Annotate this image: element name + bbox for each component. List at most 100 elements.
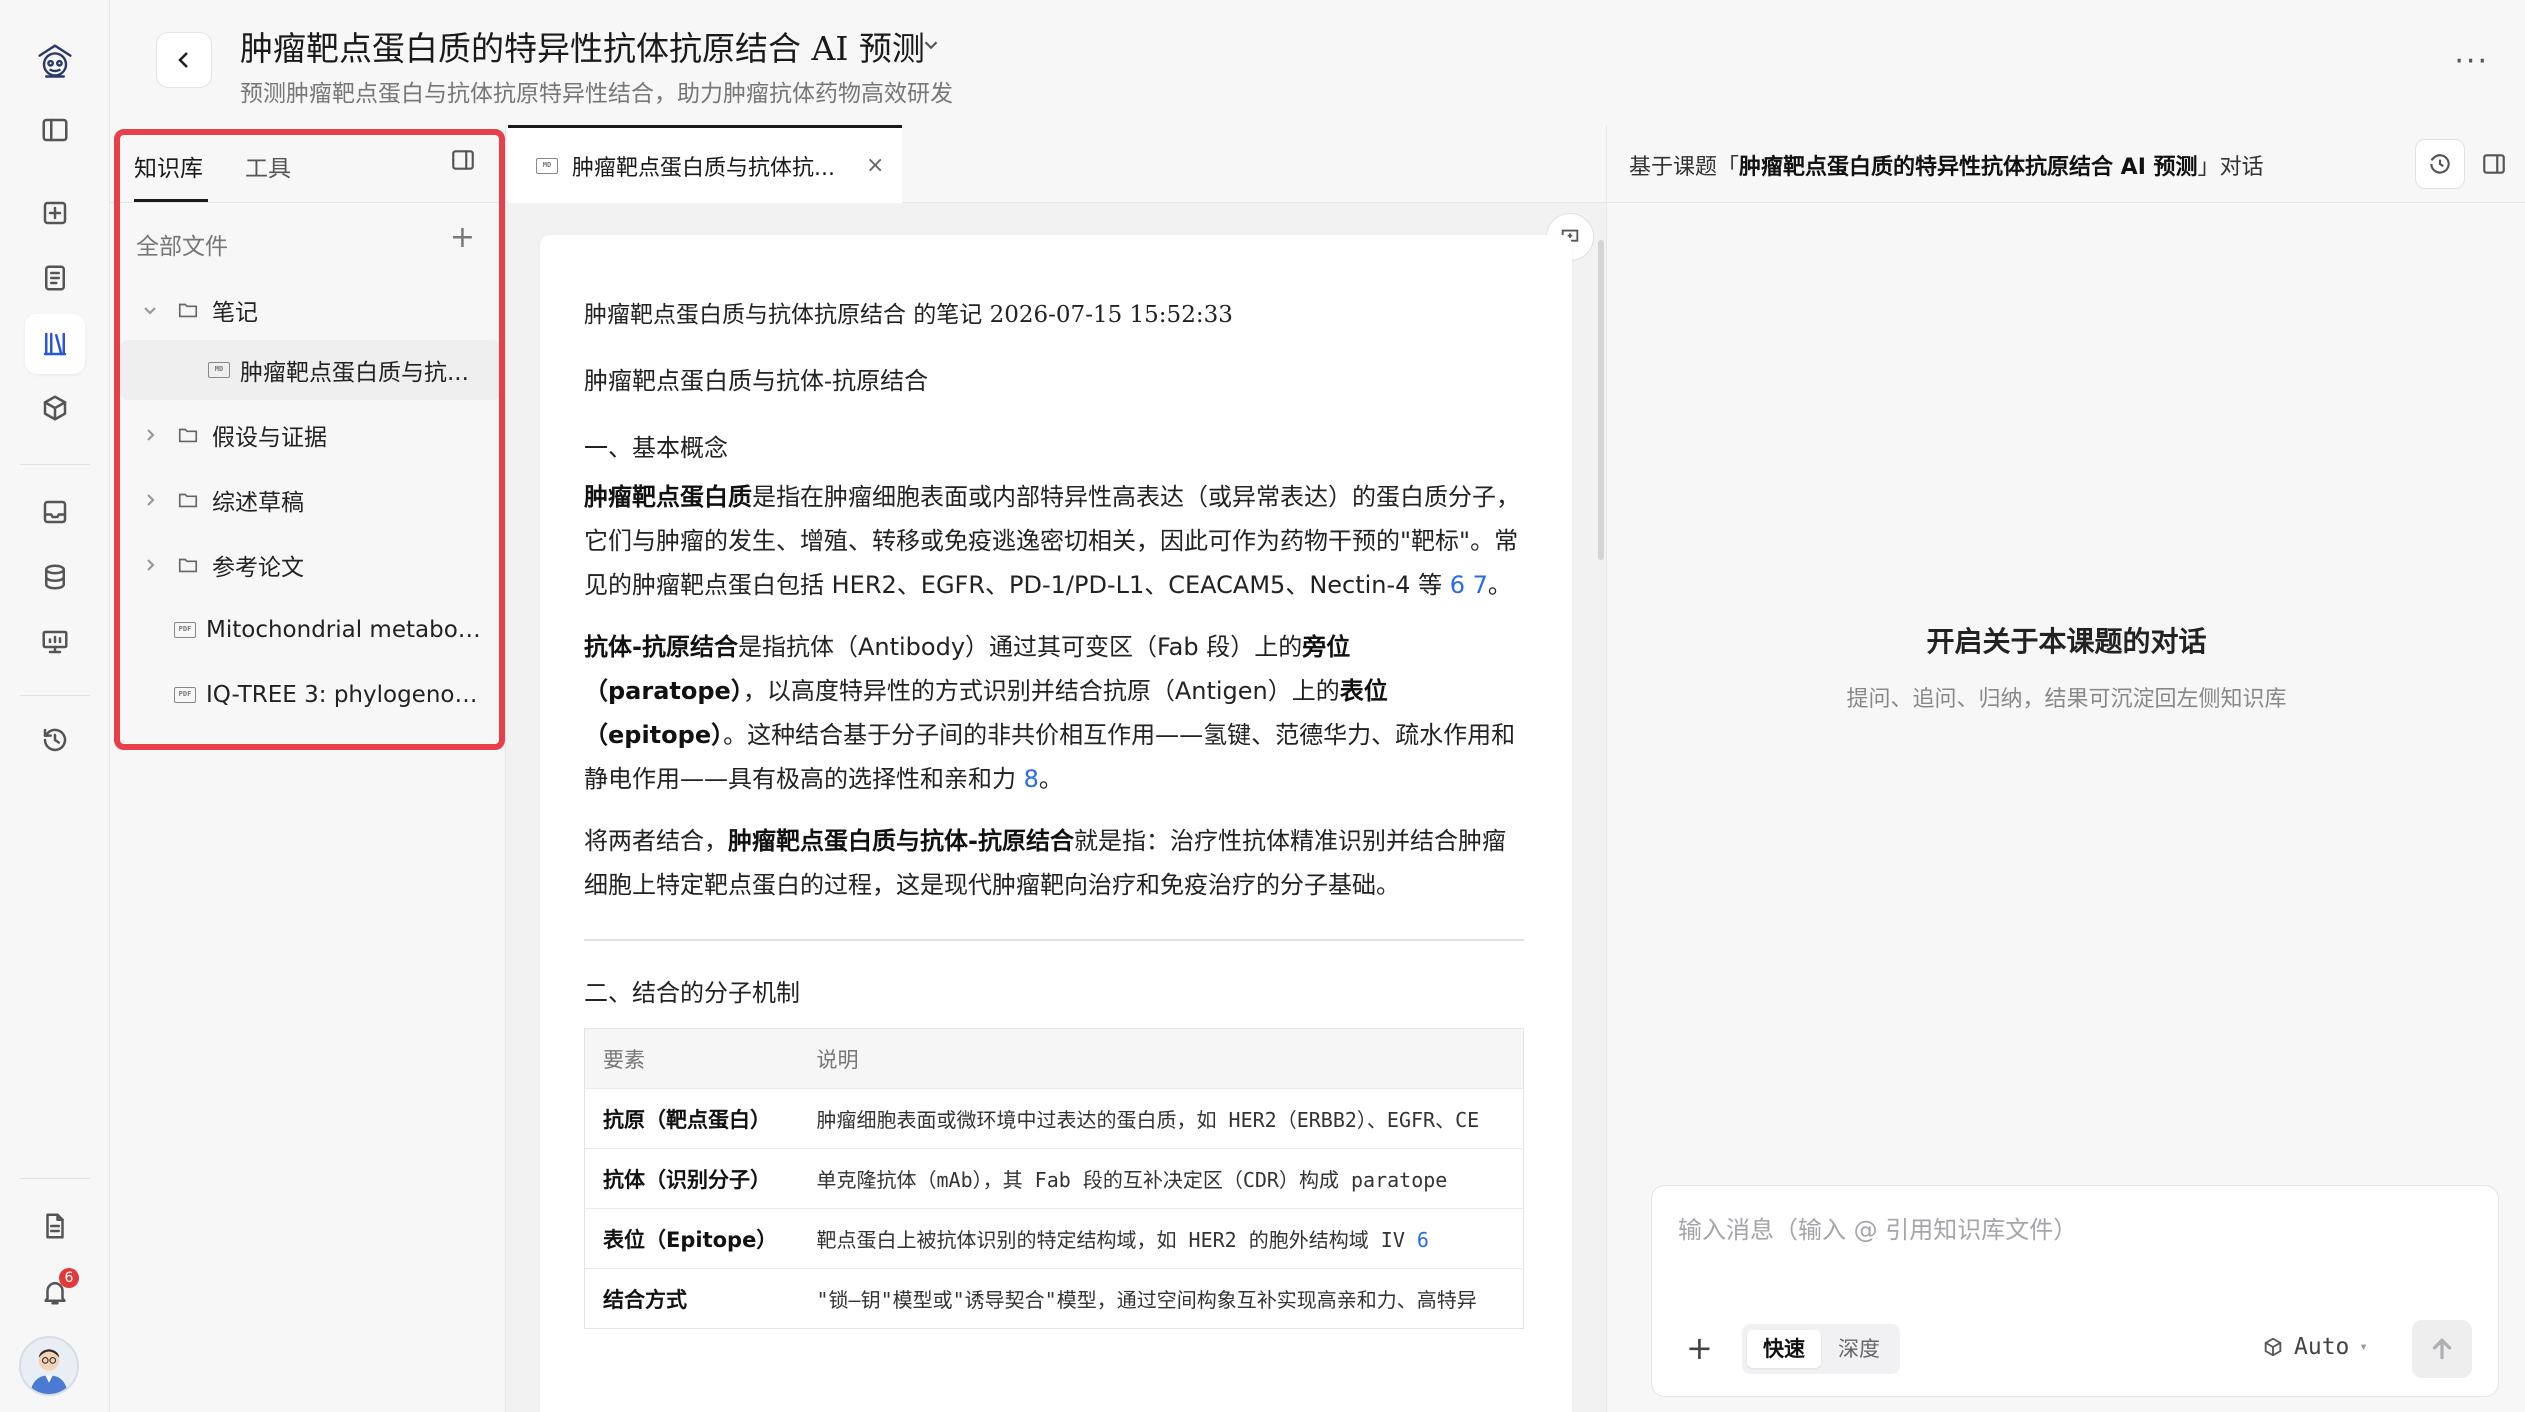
user-avatar[interactable] (19, 1336, 79, 1396)
new-item-icon[interactable] (25, 183, 85, 243)
chevron-down-icon: ▾ (2359, 1339, 2368, 1355)
message-input[interactable] (1678, 1216, 2458, 1244)
tree-item-label: 笔记 (212, 300, 258, 326)
history-icon[interactable] (25, 710, 85, 770)
more-options-button[interactable]: ··· (2454, 44, 2489, 79)
tree-item-label: IQ-TREE 3: phylogenom... (206, 682, 486, 708)
presentation-icon[interactable] (25, 612, 85, 672)
tree-item-label: 参考论文 (212, 555, 304, 581)
section-heading-basic: 一、基本概念 (584, 434, 728, 462)
chevron-right-icon[interactable] (136, 421, 164, 449)
sidebar-toggle-icon[interactable] (25, 100, 85, 160)
paragraph-target-protein: 肿瘤靶点蛋白质是指在肿瘤细胞表面或内部特异性高表达（或异常表达）的蛋白质分子，它… (584, 483, 1520, 599)
table-row: 抗体（识别分子） 单克隆抗体（mAb），其 Fab 段的互补决定区（CDR）构成… (584, 1148, 1524, 1209)
back-button[interactable] (156, 32, 212, 88)
cube-icon[interactable] (25, 378, 85, 438)
document-tab-label: 肿瘤靶点蛋白质与抗体抗... (572, 155, 835, 181)
table-cell-value: 单克隆抗体（mAb），其 Fab 段的互补决定区（CDR）构成 paratope (798, 1148, 1524, 1209)
bell-icon[interactable]: 6 (25, 1262, 85, 1322)
table-header-row: 要素 说明 (584, 1028, 1524, 1089)
tree-item-label: 假设与证据 (212, 425, 327, 451)
notification-count-badge: 6 (59, 1268, 79, 1288)
table-cell-key: 抗体（识别分子） (584, 1148, 799, 1209)
md-file-icon: MD (536, 157, 558, 174)
page-title: 肿瘤靶点蛋白质的特异性抗体抗原结合 AI 预测 (240, 29, 925, 68)
tree-file-note[interactable]: MD 肿瘤靶点蛋白质与抗... (120, 340, 500, 400)
document-tab[interactable]: MD 肿瘤靶点蛋白质与抗体抗... × (508, 125, 902, 203)
mode-deep-button[interactable]: 深度 (1822, 1330, 1896, 1368)
chat-title: 基于课题「肿瘤靶点蛋白质的特异性抗体抗原结合 AI 预测」对话 (1629, 155, 2264, 180)
active-tab-indicator (134, 199, 208, 202)
app-logo-icon[interactable] (25, 30, 85, 90)
title-dropdown-button[interactable] (920, 34, 942, 56)
tree-file-pdf[interactable]: PDF IQ-TREE 3: phylogenom... (120, 665, 500, 725)
document-content[interactable]: 肿瘤靶点蛋白质与抗体抗原结合 的笔记 2026-07-15 15:52:33 肿… (584, 295, 1524, 1329)
table-cell-key: 抗原（靶点蛋白） (584, 1088, 799, 1149)
paragraph-combined: 将两者结合，肿瘤靶点蛋白质与抗体-抗原结合就是指：治疗性抗体精准识别并结合肿瘤细… (584, 827, 1506, 899)
add-file-button[interactable]: + (450, 223, 475, 253)
send-button[interactable] (2412, 1320, 2472, 1378)
library-icon[interactable] (25, 314, 85, 374)
table-row: 结合方式 "锁–钥"模型或"诱导契合"模型，通过空间构象互补实现高亲和力、高特异 (584, 1268, 1524, 1329)
model-selector[interactable]: Auto ▾ (2262, 1334, 2368, 1360)
citation-link[interactable]: 8 (1024, 765, 1039, 793)
chat-header: 基于课题「肿瘤靶点蛋白质的特异性抗体抗原结合 AI 预测」对话 (1607, 125, 2525, 203)
mode-fast-button[interactable]: 快速 (1747, 1330, 1821, 1368)
chat-history-button[interactable] (2415, 139, 2465, 189)
tree-file-pdf[interactable]: PDF Mitochondrial metabolis... (120, 600, 500, 660)
message-composer: + 快速 深度 Auto ▾ (1651, 1185, 2499, 1397)
chat-panel-toggle-button[interactable] (2471, 139, 2517, 189)
tree-item-label: 肿瘤靶点蛋白质与抗... (240, 360, 469, 386)
knowledge-base-panel: 知识库 工具 全部文件 + 笔记 MD 肿瘤靶点蛋白质与抗... 假设与证据 综… (110, 125, 506, 1412)
attach-button[interactable]: + (1686, 1332, 1713, 1364)
tree-folder-references[interactable]: 参考论文 (120, 535, 500, 595)
chevron-right-icon[interactable] (136, 551, 164, 579)
all-files-label: 全部文件 (136, 234, 228, 260)
chevron-down-icon[interactable] (136, 296, 164, 324)
chevron-right-icon[interactable] (136, 486, 164, 514)
pdf-file-icon: PDF (174, 687, 196, 703)
cube-icon (2264, 1337, 2282, 1357)
tree-folder-review-drafts[interactable]: 综述草稿 (120, 470, 500, 530)
page-header: 肿瘤靶点蛋白质的特异性抗体抗原结合 AI 预测 预测肿瘤靶点蛋白与抗体抗原特异性… (110, 0, 2525, 125)
tree-folder-hypotheses[interactable]: 假设与证据 (120, 405, 500, 465)
database-icon[interactable] (25, 547, 85, 607)
chevron-down-icon (924, 41, 938, 50)
document-page: 肿瘤靶点蛋白质与抗体抗原结合 的笔记 2026-07-15 15:52:33 肿… (540, 235, 1572, 1412)
editor-scrollbar[interactable] (1598, 240, 1604, 560)
tree-item-label: 综述草稿 (212, 490, 304, 516)
page-subtitle: 预测肿瘤靶点蛋白与抗体抗原特异性结合，助力肿瘤抗体药物高效研发 (240, 81, 953, 107)
paragraph-antibody-antigen: 抗体-抗原结合是指抗体（Antibody）通过其可变区（Fab 段）上的旁位（p… (584, 633, 1516, 793)
citation-link[interactable]: 6 (1417, 1228, 1429, 1252)
editor-pane: MD 肿瘤靶点蛋白质与抗体抗... × 肿瘤靶点蛋白质与抗体抗原结合 的笔记 2… (506, 125, 1606, 1412)
tab-knowledge-base[interactable]: 知识库 (134, 149, 203, 183)
tab-tools[interactable]: 工具 (245, 149, 291, 183)
table-row: 表位（Epitope） 靶点蛋白上被抗体识别的特定结构域，如 HER2 的胞外结… (584, 1208, 1524, 1269)
arrow-up-icon (2432, 1338, 2452, 1360)
document-icon[interactable] (25, 1196, 85, 1256)
notes-icon[interactable] (25, 248, 85, 308)
table-header: 说明 (798, 1028, 1524, 1089)
empty-state-title: 开启关于本课题的对话 (1926, 625, 2207, 658)
table-cell-value: "锁–钥"模型或"诱导契合"模型，通过空间构象互补实现高亲和力、高特异 (798, 1268, 1524, 1329)
editor-tab-bar: MD 肿瘤靶点蛋白质与抗体抗... × (506, 125, 1606, 203)
chat-pane: 基于课题「肿瘤靶点蛋白质的特异性抗体抗原结合 AI 预测」对话 开启关于本课题的… (1606, 125, 2525, 1412)
note-meta: 肿瘤靶点蛋白质与抗体抗原结合 的笔记 2026-07-15 15:52:33 (584, 302, 1233, 328)
folder-icon (174, 421, 202, 449)
section-heading-mechanism: 二、结合的分子机制 (584, 979, 800, 1007)
left-rail: 6 (0, 0, 110, 1412)
divider (584, 939, 1524, 941)
table-cell-key: 表位（Epitope） (584, 1208, 799, 1269)
doc-heading: 肿瘤靶点蛋白质与抗体-抗原结合 (584, 367, 929, 395)
citation-link[interactable]: 6 7 (1450, 571, 1488, 599)
tree-folder-notes[interactable]: 笔记 (120, 280, 500, 340)
inbox-icon[interactable] (25, 482, 85, 542)
close-icon[interactable]: × (866, 153, 884, 178)
panel-toggle-icon[interactable] (450, 147, 476, 173)
mode-toggle: 快速 深度 (1742, 1324, 1900, 1374)
folder-icon (174, 296, 202, 324)
table-cell-key: 结合方式 (584, 1268, 799, 1329)
folder-icon (174, 486, 202, 514)
kb-tabs: 知识库 工具 (110, 125, 506, 203)
model-selector-label: Auto (2294, 1334, 2350, 1360)
